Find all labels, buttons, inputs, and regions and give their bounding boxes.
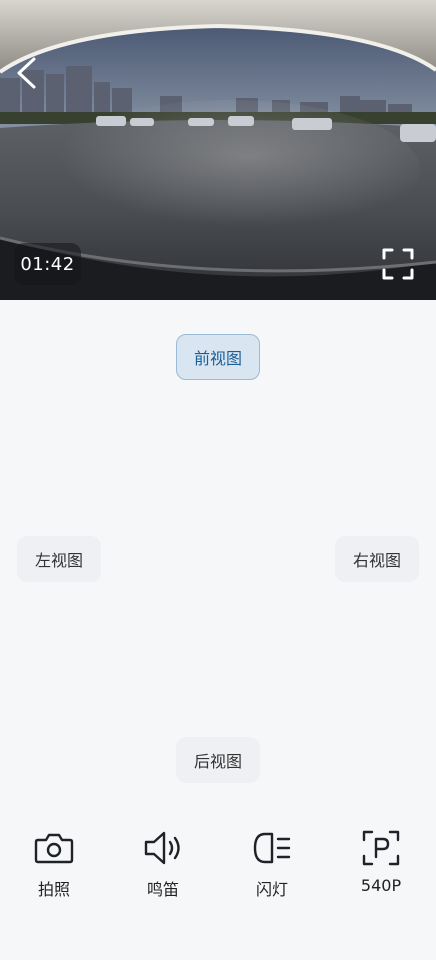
light-label: 闪灯: [255, 880, 288, 899]
horn-label: 鸣笛: [146, 880, 179, 899]
photo-button[interactable]: 拍照: [14, 826, 94, 906]
rear-view-button[interactable]: 后视图: [176, 737, 260, 783]
chevron-left-icon: [17, 57, 36, 89]
right-view-button[interactable]: 右视图: [335, 536, 419, 582]
back-button[interactable]: [14, 56, 54, 96]
fullscreen-button[interactable]: [382, 248, 422, 288]
headlight-icon: [253, 832, 291, 864]
speaker-icon: [144, 831, 180, 865]
front-view-button[interactable]: 前视图: [176, 334, 260, 380]
left-view-button[interactable]: 左视图: [17, 536, 101, 582]
bottom-toolbar: 拍照 鸣笛 闪灯 540P: [0, 826, 436, 906]
photo-label: 拍照: [37, 880, 70, 899]
recording-timer: 01:42: [14, 243, 81, 285]
horn-button[interactable]: 鸣笛: [123, 826, 203, 906]
light-button[interactable]: 闪灯: [232, 826, 312, 906]
resolution-button[interactable]: 540P: [341, 826, 421, 906]
resolution-label: 540P: [360, 876, 402, 895]
camera-feed: 01:42: [0, 0, 436, 300]
parking-icon: [362, 830, 400, 866]
fullscreen-icon: [382, 248, 414, 280]
camera-icon: [34, 833, 74, 864]
